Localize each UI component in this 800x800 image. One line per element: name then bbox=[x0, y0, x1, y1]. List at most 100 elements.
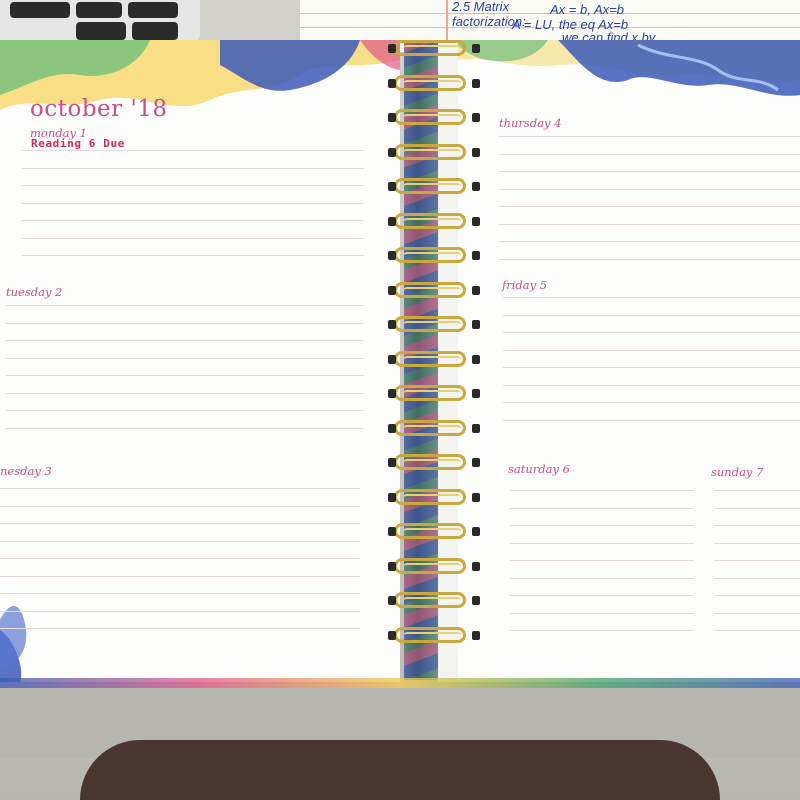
ruled-line bbox=[6, 340, 364, 341]
ruled-line bbox=[503, 297, 800, 298]
binding-coil bbox=[394, 523, 466, 539]
ruled-line bbox=[510, 542, 694, 544]
ruled-line bbox=[22, 255, 364, 256]
binding-coil bbox=[394, 592, 466, 608]
ruled-line bbox=[0, 540, 360, 542]
binding-hole bbox=[388, 216, 396, 226]
binding-coil bbox=[394, 40, 466, 56]
coil-highlight bbox=[403, 424, 461, 433]
ruled-line bbox=[499, 258, 800, 260]
ruled-line bbox=[0, 593, 360, 594]
ruled-line bbox=[714, 577, 800, 579]
ruled-line bbox=[503, 419, 800, 421]
binding-hole bbox=[388, 561, 396, 571]
binding-hole bbox=[472, 527, 480, 536]
binding-hole bbox=[388, 44, 396, 53]
day-label-clip: wednesday 3 bbox=[0, 462, 70, 480]
binding-coil bbox=[394, 143, 466, 160]
ruled-line bbox=[510, 525, 694, 526]
ruled-line bbox=[6, 305, 364, 306]
ruled-line bbox=[503, 402, 800, 403]
ruled-line bbox=[714, 490, 800, 491]
ruled-line bbox=[499, 153, 800, 155]
ruled-line bbox=[714, 560, 800, 561]
coil-highlight bbox=[403, 390, 461, 398]
binding-hole bbox=[388, 320, 396, 329]
ruled-line bbox=[714, 595, 800, 596]
ruled-line bbox=[6, 410, 364, 411]
binding-coil bbox=[394, 247, 466, 263]
ruled-line bbox=[0, 558, 360, 559]
binding-coil bbox=[394, 454, 466, 470]
binding-hole bbox=[472, 113, 480, 122]
binding-hole bbox=[388, 147, 396, 157]
day-label-thursday: thursday 4 bbox=[499, 116, 562, 130]
binding-hole bbox=[472, 492, 480, 502]
ruled-line bbox=[0, 628, 360, 629]
coil-highlight bbox=[403, 493, 461, 502]
ruled-line bbox=[510, 577, 694, 579]
ruled-line bbox=[6, 392, 364, 394]
binding-hole bbox=[472, 182, 480, 191]
ruled-line bbox=[503, 384, 800, 386]
ruled-line bbox=[714, 542, 800, 544]
binding-coil bbox=[394, 212, 466, 229]
coil-highlight bbox=[403, 148, 461, 157]
ruled-line bbox=[510, 595, 694, 596]
binding-hole bbox=[388, 251, 396, 260]
ruled-line bbox=[503, 367, 800, 368]
binding-hole bbox=[388, 285, 396, 295]
keyboard-key bbox=[76, 2, 122, 18]
ruled-line bbox=[510, 612, 694, 614]
coil-highlight bbox=[403, 286, 461, 295]
coil-highlight bbox=[403, 631, 461, 640]
binding-hole bbox=[388, 596, 396, 605]
ruled-line bbox=[0, 610, 360, 612]
binding-coil bbox=[394, 419, 466, 436]
binding-hole bbox=[388, 182, 396, 191]
ruled-line bbox=[0, 505, 360, 507]
binding-coil bbox=[394, 281, 466, 298]
ruled-line bbox=[0, 523, 360, 524]
ruled-line bbox=[499, 241, 800, 242]
binding-hole bbox=[388, 354, 396, 364]
ruled-line bbox=[499, 136, 800, 137]
binding-hole bbox=[472, 596, 480, 605]
binding-coil bbox=[394, 626, 466, 643]
binding-hole bbox=[472, 285, 480, 295]
binding-coil bbox=[394, 109, 466, 125]
day-label-saturday: saturday 6 bbox=[508, 462, 570, 476]
ruled-line bbox=[499, 206, 800, 207]
ruled-line bbox=[22, 202, 364, 204]
ruled-line bbox=[503, 349, 800, 351]
coil-highlight bbox=[403, 597, 461, 605]
ruled-line bbox=[510, 507, 694, 509]
binding-hole bbox=[472, 561, 480, 571]
ruled-line bbox=[6, 357, 364, 359]
binding-hole bbox=[472, 389, 480, 398]
coil-highlight bbox=[403, 252, 461, 260]
ruled-line bbox=[22, 237, 364, 239]
ruled-line bbox=[22, 185, 364, 186]
ruled-line bbox=[6, 375, 364, 376]
coil-highlight bbox=[403, 45, 461, 53]
binding-coil bbox=[394, 178, 466, 194]
binding-coil bbox=[394, 74, 466, 91]
coil-highlight bbox=[403, 355, 461, 364]
coil-highlight bbox=[403, 79, 461, 88]
ruled-line bbox=[503, 314, 800, 316]
coil-highlight bbox=[403, 459, 461, 467]
binding-hole bbox=[472, 423, 480, 433]
ruled-line bbox=[499, 171, 800, 172]
ruled-line bbox=[499, 223, 800, 225]
binding-hole bbox=[472, 78, 480, 88]
binding-hole bbox=[472, 320, 480, 329]
binding-coil bbox=[394, 316, 466, 332]
handwritten-note: Reading 6 Due bbox=[31, 137, 125, 150]
binding-hole bbox=[472, 44, 480, 53]
ruled-line bbox=[0, 488, 360, 489]
binding-hole bbox=[472, 630, 480, 640]
ruled-line bbox=[714, 612, 800, 614]
month-title: october '18 bbox=[30, 96, 168, 122]
ruled-line bbox=[714, 630, 800, 631]
